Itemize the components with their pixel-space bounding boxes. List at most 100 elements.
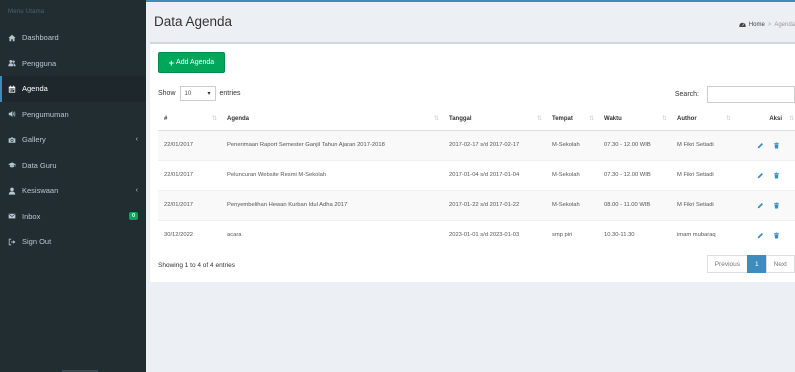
pagination: Previous 1 Next <box>706 255 795 273</box>
sidebar-item-label: Pengumuman <box>22 109 69 119</box>
column-header-tanggal[interactable]: Tanggal ⇅ <box>443 108 546 131</box>
column-header-author[interactable]: Author ⇅ <box>671 108 735 131</box>
sidebar-item-inbox[interactable]: Inbox 0 <box>0 204 146 230</box>
breadcrumb-home-link[interactable]: Home <box>749 22 765 28</box>
sidebar-item-sign-out[interactable]: Sign Out <box>0 229 146 255</box>
column-header-waktu[interactable]: Waktu ⇅ <box>598 108 671 131</box>
plus-icon: + <box>168 57 175 68</box>
sidebar-item-pengumuman[interactable]: Pengumuman <box>0 102 146 128</box>
camera-icon <box>8 136 22 144</box>
sidebar-item-label: Gallery <box>22 135 46 145</box>
edit-pencil-icon[interactable] <box>757 142 764 149</box>
sort-icon: ⇅ <box>588 116 594 122</box>
breadcrumb: Home > Agenda <box>739 21 795 28</box>
cell-aksi <box>735 189 795 220</box>
sidebar-item-label: Sign Out <box>22 237 52 247</box>
cell-waktu: 10.30-11.30 <box>598 219 671 250</box>
cell-author: M Fikri Setiadi <box>671 129 735 160</box>
column-header-tempat[interactable]: Tempat ⇅ <box>546 108 598 131</box>
table-row: 22/01/2017 Penerimaan Raport Semester Ga… <box>158 129 795 160</box>
entries-length-control: Show 10 ▾ entries <box>158 86 241 101</box>
sort-icon: ⇅ <box>433 116 439 122</box>
delete-trash-icon[interactable] <box>773 172 780 179</box>
sort-icon: ⇅ <box>788 116 794 122</box>
delete-trash-icon[interactable] <box>773 142 780 149</box>
sidebar-item-label: Pengguna <box>22 58 57 68</box>
column-header-aksi[interactable]: Aksi ⇅ <box>735 108 795 131</box>
entries-length-select[interactable]: 10 ▾ <box>179 86 216 101</box>
calendar-icon <box>8 85 22 93</box>
previous-button[interactable]: Previous <box>706 255 748 273</box>
cell-aksi <box>735 129 795 160</box>
sort-icon: ⇅ <box>725 116 731 122</box>
cell-agenda: Peluncuran Website Resmi M-Sekolah <box>221 159 443 190</box>
edit-pencil-icon[interactable] <box>757 172 764 179</box>
sort-icon: ⇅ <box>536 116 542 122</box>
delete-trash-icon[interactable] <box>773 232 780 239</box>
page-1-button[interactable]: 1 <box>747 255 767 273</box>
delete-trash-icon[interactable] <box>773 202 780 209</box>
cell-date: 22/01/2017 <box>158 129 221 160</box>
graduation-cap-icon <box>8 161 22 169</box>
cell-tempat: M-Sekolah <box>546 189 598 220</box>
column-header-number[interactable]: # ⇅ <box>158 108 221 131</box>
cell-waktu: 07.30 - 12.00 WIB <box>598 129 671 160</box>
cell-tanggal: 2017-01-22 s/d 2017-01-22 <box>443 189 546 220</box>
volume-icon <box>8 110 22 118</box>
sidebar-header: Menu Utama <box>8 9 45 15</box>
sidebar-item-dashboard[interactable]: Dashboard <box>0 25 146 51</box>
cell-tanggal: 2023-01-01 s/d 2023-01-03 <box>443 219 546 250</box>
users-icon <box>8 59 22 67</box>
table-row: 22/01/2017 Penyembelihan Hewan Kurban Id… <box>158 189 795 220</box>
chevron-left-icon: ‹ <box>135 187 138 195</box>
sidebar-item-label: Kesiswaan <box>22 186 59 196</box>
agenda-box: + Add Agenda Show 10 ▾ entries Search: #… <box>150 42 795 282</box>
next-button[interactable]: Next <box>765 255 795 273</box>
envelope-icon <box>8 212 22 220</box>
table-row: 30/12/2022 acara 2023-01-01 s/d 2023-01-… <box>158 219 795 250</box>
sidebar-item-label: Dashboard <box>22 33 59 43</box>
sidebar-item-label: Data Guru <box>22 160 57 170</box>
sidebar-item-agenda[interactable]: Agenda <box>0 76 146 102</box>
table-info: Showing 1 to 4 of 4 entries <box>158 262 235 269</box>
sidebar-item-data-guru[interactable]: Data Guru <box>0 153 146 179</box>
cell-tempat: M-Sekolah <box>546 159 598 190</box>
chevron-left-icon: ‹ <box>135 136 138 144</box>
page-title: Data Agenda <box>154 14 233 29</box>
cell-agenda: Penerimaan Raport Semester Ganjil Tahun … <box>221 129 443 160</box>
show-label: Show <box>158 90 176 97</box>
cell-agenda: Penyembelihan Hewan Kurban Idul Adha 201… <box>221 189 443 220</box>
entries-label: entries <box>219 90 241 97</box>
main-content: Data Agenda Home > Agenda + Add Agenda S… <box>146 0 795 372</box>
sidebar-item-label: Agenda <box>22 84 48 94</box>
sort-asc-icon: ⇅ <box>211 116 217 122</box>
cell-aksi <box>735 219 795 250</box>
agenda-table: # ⇅ Agenda ⇅ Tanggal ⇅ Tempat ⇅ Waktu ⇅ Autho… <box>158 108 795 250</box>
sort-icon: ⇅ <box>661 116 667 122</box>
edit-pencil-icon[interactable] <box>757 202 764 209</box>
cell-aksi <box>735 159 795 190</box>
content-header: Data Agenda Home > Agenda <box>146 2 795 40</box>
home-icon <box>8 34 22 42</box>
search-control: Search: <box>675 86 795 103</box>
cell-waktu: 08.00 - 11.00 WIB <box>598 189 671 220</box>
table-row: 22/01/2017 Peluncuran Website Resmi M-Se… <box>158 159 795 190</box>
edit-pencil-icon[interactable] <box>757 232 764 239</box>
cell-tempat: smp piri <box>546 219 598 250</box>
breadcrumb-separator: > <box>767 21 772 28</box>
cell-tanggal: 2017-02-17 s/d 2017-02-17 <box>443 129 546 160</box>
column-header-agenda[interactable]: Agenda ⇅ <box>221 108 443 131</box>
sidebar-item-kesiswaan[interactable]: Kesiswaan ‹ <box>0 178 146 204</box>
breadcrumb-current: Agenda <box>774 21 795 28</box>
chevron-down-icon: ▾ <box>207 91 211 97</box>
sidebar-item-label: Inbox <box>22 211 41 221</box>
search-input[interactable] <box>707 86 795 103</box>
sidebar-item-pengguna[interactable]: Pengguna <box>0 51 146 77</box>
add-agenda-button[interactable]: + Add Agenda <box>158 52 225 73</box>
sidebar-item-gallery[interactable]: Gallery ‹ <box>0 127 146 153</box>
cell-author: M Fikri Setiadi <box>671 189 735 220</box>
cell-date: 22/01/2017 <box>158 159 221 190</box>
dashboard-icon <box>739 22 746 27</box>
cell-tempat: M-Sekolah <box>546 129 598 160</box>
sidebar: Menu Utama Dashboard Pengguna Agenda Pen… <box>0 0 146 372</box>
